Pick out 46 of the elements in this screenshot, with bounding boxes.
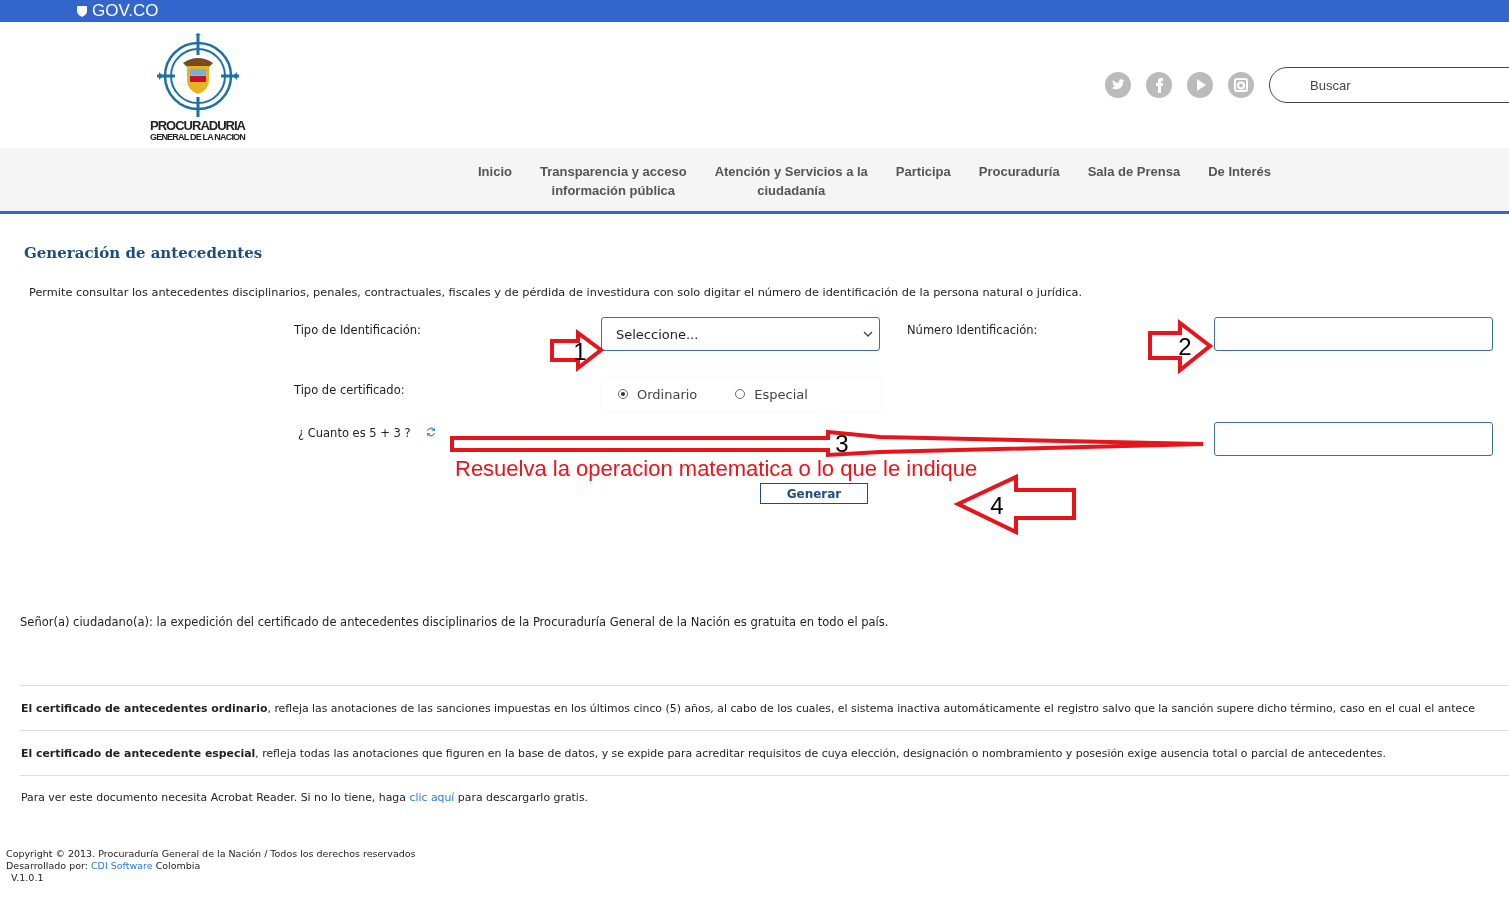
refresh-icon[interactable] [424,426,437,438]
info-paragraph: Para ver este documento necesita Acrobat Reader. Si no lo tiene, haga clic aquí para descargarlo gratis. [20,775,1509,820]
info-paragraph: El certificado de antecedente especial, refleja todas las anotaciones que figuren en la base de datos, y se expide para acreditar requisitos de cuya elección, designación o nombramiento y posesión exige ausencia total o parcial de antecedentes. [20,730,1509,775]
logo-subtitle: GENERAL DE LA NACION [150,132,245,143]
nav-link[interactable]: Participa [895,162,951,211]
id-number-field[interactable] [1214,317,1493,351]
captcha-answer-field[interactable] [1214,422,1493,456]
nav-link[interactable]: Sala de Prensa [1087,162,1181,211]
radio-option[interactable]: Ordinario [618,386,698,402]
copyright-text: Copyright © 2013. Procuraduría General de la Nación / Todos los derechos reservados [6,848,417,860]
download-link[interactable]: clic aquí [409,791,455,804]
camera-icon[interactable] [1228,72,1254,98]
shield-icon [76,5,88,17]
search-field[interactable]: Buscar [1269,67,1509,103]
notice-text: Señor(a) ciudadano(a): la expedición del certificado de antecedentes disciplinarios de la Procuraduría General de la Nación es gratuita en todo el país. [20,615,890,629]
version-text: V.1.0.1 [10,872,45,884]
brand-name[interactable]: GOV.CO [92,2,159,20]
radio-option[interactable]: Especial [735,386,808,402]
callout-number: 4 [990,492,1004,519]
logo-text: PROCURADURIA [150,119,245,132]
field-label: Tipo de certificado: [294,383,405,397]
id-type-dropdown[interactable]: Seleccione... [601,317,880,351]
page-title: Generación de antecedentes [24,244,264,262]
generate-button[interactable]: Generar [760,483,868,504]
field-label: Número Identificación: [907,323,1038,337]
twitter-icon[interactable] [1105,72,1131,98]
nav-link[interactable]: Inicio [478,162,512,211]
callout-number: 2 [1178,333,1192,360]
facebook-icon[interactable] [1146,72,1172,98]
play-icon[interactable] [1187,72,1213,98]
callout-arrow [1148,318,1214,375]
nav-link[interactable]: De Interés [1208,162,1272,211]
chevron-down-icon [863,331,873,337]
callout-arrow [550,329,605,373]
callout-number: 3 [835,430,849,457]
description: Permite consultar los antecedentes disciplinarios, penales, contractuales, fiscales y de pérdida de investidura con solo digitar el número de identificación de la persona natural o jurídica. [29,286,1083,299]
nav-link[interactable]: Atención y Servicios a la ciudadanía [714,162,868,211]
field-label: Tipo de Identificación: [294,323,421,337]
nav-link[interactable]: Transparencia y acceso información pública [539,162,687,211]
annotation-text: Resuelva la operacion matematica o lo que le indique [455,456,978,481]
captcha-question: ¿ Cuanto es 5 + 3 ? [298,426,411,440]
info-paragraph: El certificado de antecedentes ordinario, refleja las anotaciones de las sanciones impuestas en los últimos cinco (5) años, al cabo de los cuales, el sistema inactiva automáticamente el registro salvo que la sanción supere dicho término, caso en el cual el antece [20,685,1509,730]
developer-link[interactable]: CDI Software [90,860,153,871]
nav-link[interactable]: Procuraduría [978,162,1060,211]
developer-credit: Desarrollado por: CDI Software Colombia [6,860,202,872]
callout-number: 1 [573,338,587,365]
